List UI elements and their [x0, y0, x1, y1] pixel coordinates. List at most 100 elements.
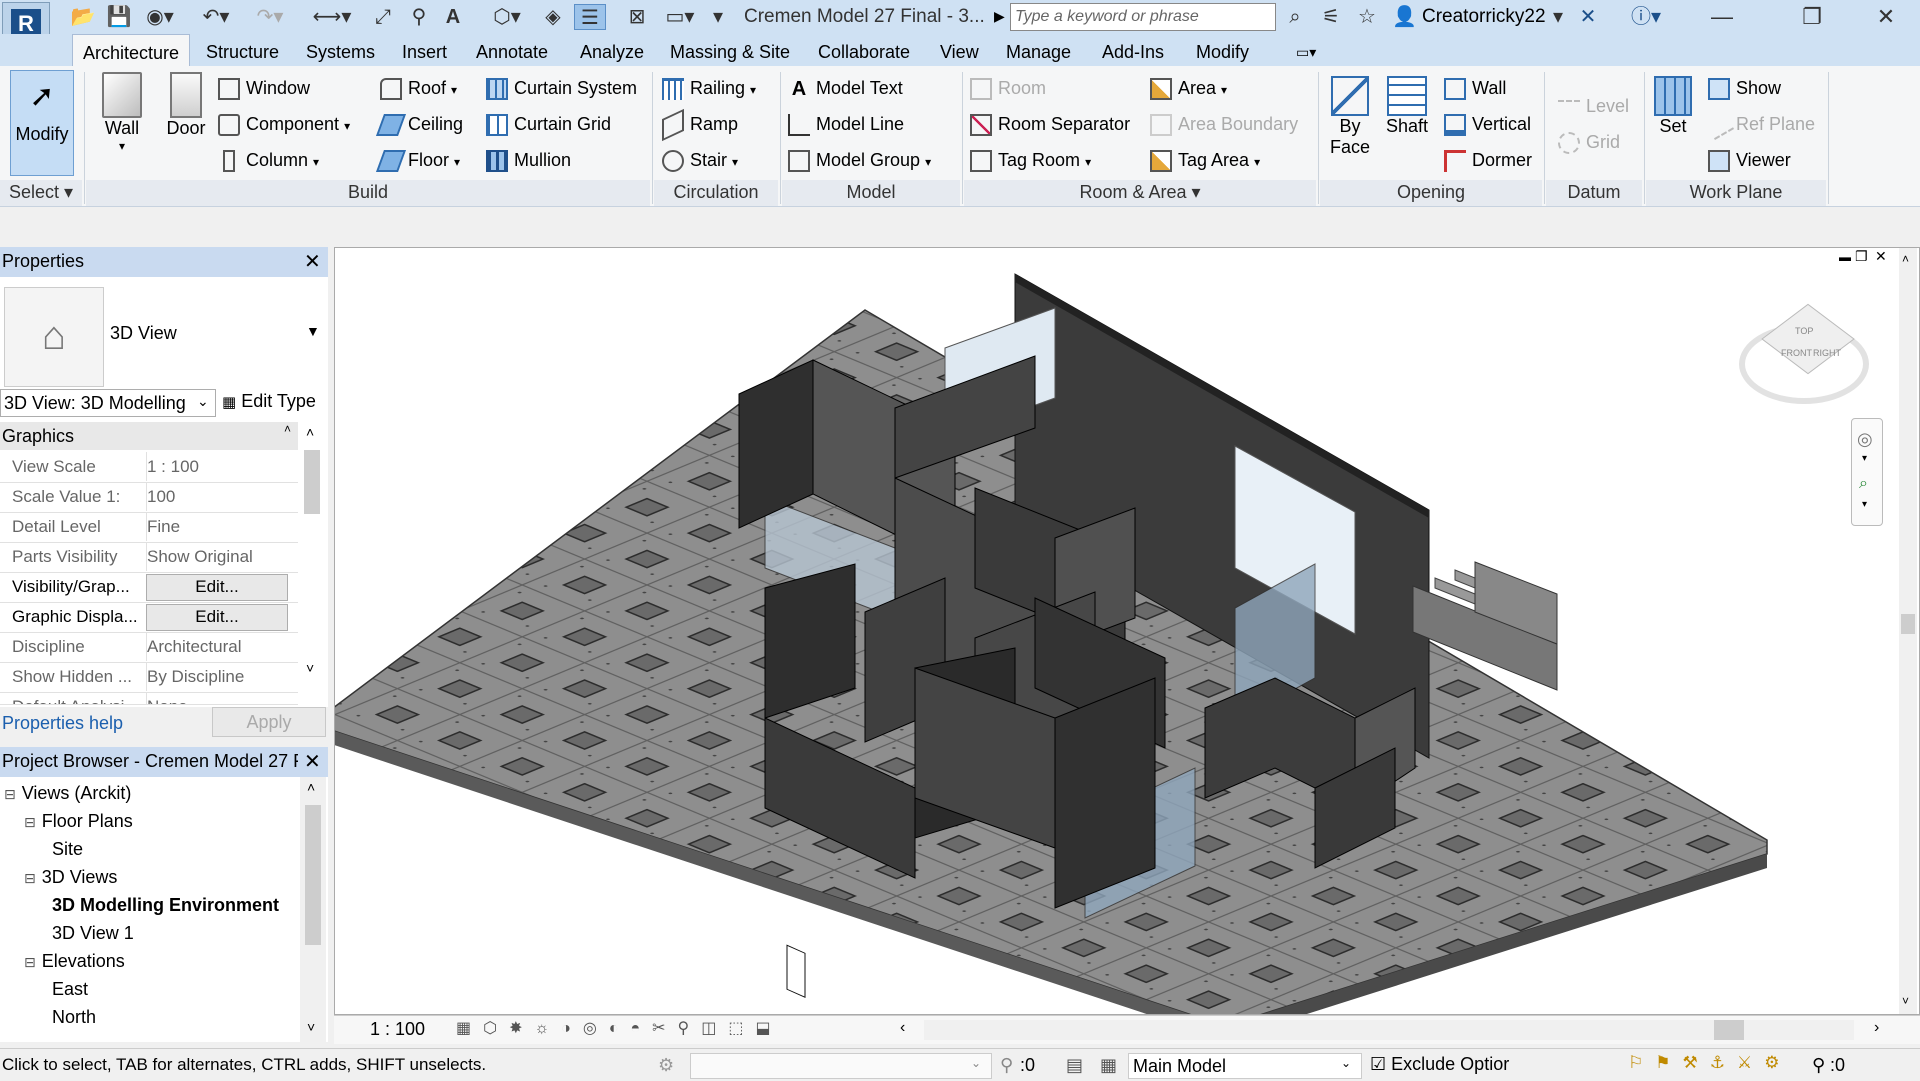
property-value[interactable]: Show Original: [146, 542, 297, 571]
restore-icon[interactable]: ❐: [1782, 0, 1842, 34]
tab-architecture[interactable]: Architecture: [72, 34, 191, 66]
view-minimize-icon[interactable]: ▬: [1839, 250, 1851, 264]
edit-type-button[interactable]: ▦ Edit Type: [222, 391, 316, 412]
help-icon[interactable]: ⓘ▾: [1624, 4, 1668, 30]
set-work-plane-button[interactable]: Set: [1650, 76, 1696, 137]
window-button[interactable]: Window: [218, 74, 310, 102]
aligned-dimension-icon[interactable]: ⤢: [370, 4, 396, 30]
view-close-icon[interactable]: ✕: [1875, 248, 1887, 265]
scroll-left-icon[interactable]: ‹: [900, 1019, 905, 1037]
roof-button[interactable]: Roof ▾: [380, 74, 457, 102]
property-row[interactable]: Visibility/Grap... Edit...: [0, 572, 298, 603]
model-text-button[interactable]: A Model Text: [788, 74, 903, 102]
scroll-up-icon[interactable]: ˄: [1902, 252, 1909, 266]
tag-icon[interactable]: ⚲: [406, 4, 432, 30]
tab-view[interactable]: View: [940, 34, 979, 66]
show-work-plane-button[interactable]: Show: [1708, 74, 1781, 102]
tree-item[interactable]: East: [44, 975, 88, 1003]
properties-scrollbar[interactable]: ˄ ˅: [298, 422, 326, 687]
model-line-button[interactable]: Model Line: [788, 110, 904, 138]
3d-viewport[interactable]: ▬ ❐ ✕ TOP FRONT RIGHT ◎ ▾ ⌕ ▾ ˄ ˅: [334, 247, 1920, 1015]
viewcube-front-label[interactable]: FRONT: [1781, 348, 1812, 358]
column-button[interactable]: Column ▾: [218, 146, 319, 174]
property-value[interactable]: 1 : 100: [146, 452, 297, 481]
apply-button[interactable]: Apply: [212, 707, 326, 737]
default-3d-view-icon[interactable]: ⬡▾: [484, 4, 530, 30]
tab-systems[interactable]: Systems: [306, 34, 375, 66]
editable-only-icon[interactable]: ⚲: [1000, 1055, 1013, 1076]
tree-toggle-icon[interactable]: ⊟: [24, 870, 36, 886]
close-icon[interactable]: ✕: [304, 749, 321, 774]
section-icon[interactable]: ◈: [540, 4, 566, 30]
type-selector[interactable]: 3D View ▼: [106, 287, 324, 385]
exchange-apps-icon[interactable]: ✕: [1574, 4, 1602, 30]
select-panel-title[interactable]: Select ▾: [0, 180, 82, 206]
dormer-button[interactable]: Dormer: [1444, 146, 1532, 174]
switch-windows-icon[interactable]: ▭▾: [660, 4, 700, 30]
design-option-set-icon[interactable]: ▦: [1100, 1055, 1117, 1076]
thin-lines-icon[interactable]: ☰: [574, 4, 606, 30]
selection-toggle-icons[interactable]: ⚐⚑⚒⚓⚔⚙: [1628, 1053, 1791, 1073]
tab-modify[interactable]: Modify: [1196, 34, 1249, 66]
level-button[interactable]: Level: [1558, 92, 1629, 120]
view-vertical-scrollbar[interactable]: ˄ ˅: [1899, 248, 1917, 1014]
property-row[interactable]: View Scale 1 : 100: [0, 452, 298, 483]
graphics-group-header[interactable]: Graphics ˄: [0, 422, 298, 450]
tag-room-button[interactable]: Tag Room ▾: [970, 146, 1091, 174]
scroll-up-icon[interactable]: ˄: [307, 779, 315, 795]
workset-select[interactable]: ⌄: [690, 1053, 992, 1079]
grid-button[interactable]: Grid: [1558, 128, 1620, 156]
edit-button[interactable]: Edit...: [146, 604, 288, 631]
expand-search-icon[interactable]: ▶: [994, 8, 1005, 25]
ref-plane-button[interactable]: Ref Plane: [1703, 110, 1815, 141]
user-name[interactable]: Creatorricky22: [1422, 0, 1546, 34]
component-button[interactable]: Component ▾: [218, 110, 350, 138]
3d-model-canvas[interactable]: [335, 248, 1919, 1014]
tab-collaborate[interactable]: Collaborate: [818, 34, 910, 66]
viewcube-right-label[interactable]: RIGHT: [1813, 348, 1841, 358]
tree-item[interactable]: 3D Modelling Environment: [44, 891, 279, 919]
binoculars-icon[interactable]: ⌕: [1282, 4, 1308, 30]
tree-item[interactable]: ⊟ 3D Views: [24, 863, 117, 891]
open-icon[interactable]: 📂: [70, 4, 96, 30]
view-restore-icon[interactable]: ❐: [1855, 248, 1868, 265]
scroll-thumb[interactable]: [1714, 1020, 1744, 1040]
close-icon[interactable]: ✕: [304, 249, 321, 274]
shaft-button[interactable]: Shaft: [1382, 76, 1432, 137]
scroll-down-icon[interactable]: ˅: [306, 660, 314, 676]
close-icon[interactable]: ✕: [1856, 0, 1916, 34]
property-row[interactable]: Parts Visibility Show Original: [0, 542, 298, 573]
view-scale[interactable]: 1 : 100: [370, 1019, 425, 1040]
curtain-grid-button[interactable]: Curtain Grid: [486, 110, 611, 138]
tab-add-ins[interactable]: Add-Ins: [1102, 34, 1164, 66]
tree-toggle-icon[interactable]: ⊟: [24, 814, 36, 830]
measure-icon[interactable]: ⟷▾: [312, 4, 352, 30]
tab-annotate[interactable]: Annotate: [476, 34, 548, 66]
room-area-panel-title[interactable]: Room & Area ▾: [964, 180, 1316, 206]
chevron-down-icon[interactable]: ▾: [1862, 499, 1867, 510]
property-row[interactable]: Graphic Displa... Edit...: [0, 602, 298, 633]
scroll-down-icon[interactable]: ˅: [307, 1019, 315, 1035]
browser-scrollbar[interactable]: ˄ ˅: [300, 777, 326, 1042]
mullion-button[interactable]: Mullion: [486, 146, 571, 174]
door-button[interactable]: Door: [160, 72, 212, 139]
property-row[interactable]: Default Analysi... None: [0, 692, 298, 705]
tree-item[interactable]: Site: [44, 835, 83, 863]
design-option-select[interactable]: Main Model ⌄: [1128, 1053, 1362, 1079]
tree-item[interactable]: 3D View 1: [44, 919, 134, 947]
ramp-button[interactable]: Ramp: [662, 109, 738, 142]
tree-item[interactable]: ⊟ Elevations: [24, 947, 125, 975]
tab-manage[interactable]: Manage: [1006, 34, 1071, 66]
tab-structure[interactable]: Structure: [206, 34, 279, 66]
property-row[interactable]: Discipline Architectural: [0, 632, 298, 663]
minimize-icon[interactable]: —: [1692, 0, 1752, 34]
room-separator-button[interactable]: Room Separator: [970, 110, 1130, 138]
tab-massing-site[interactable]: Massing & Site: [670, 34, 790, 66]
scroll-up-icon[interactable]: ˄: [306, 424, 314, 440]
exclude-options-checkbox[interactable]: ☑ Exclude Optior: [1370, 1054, 1509, 1075]
scroll-thumb[interactable]: [304, 450, 320, 514]
vertical-opening-button[interactable]: Vertical: [1444, 110, 1531, 138]
wall-button[interactable]: Wall ▾: [96, 72, 148, 153]
model-group-button[interactable]: Model Group ▾: [788, 146, 931, 174]
view-control-icons[interactable]: ▦⬡✸☼◑◎◐◓✂⚲◫⬚⬓: [456, 1018, 783, 1038]
